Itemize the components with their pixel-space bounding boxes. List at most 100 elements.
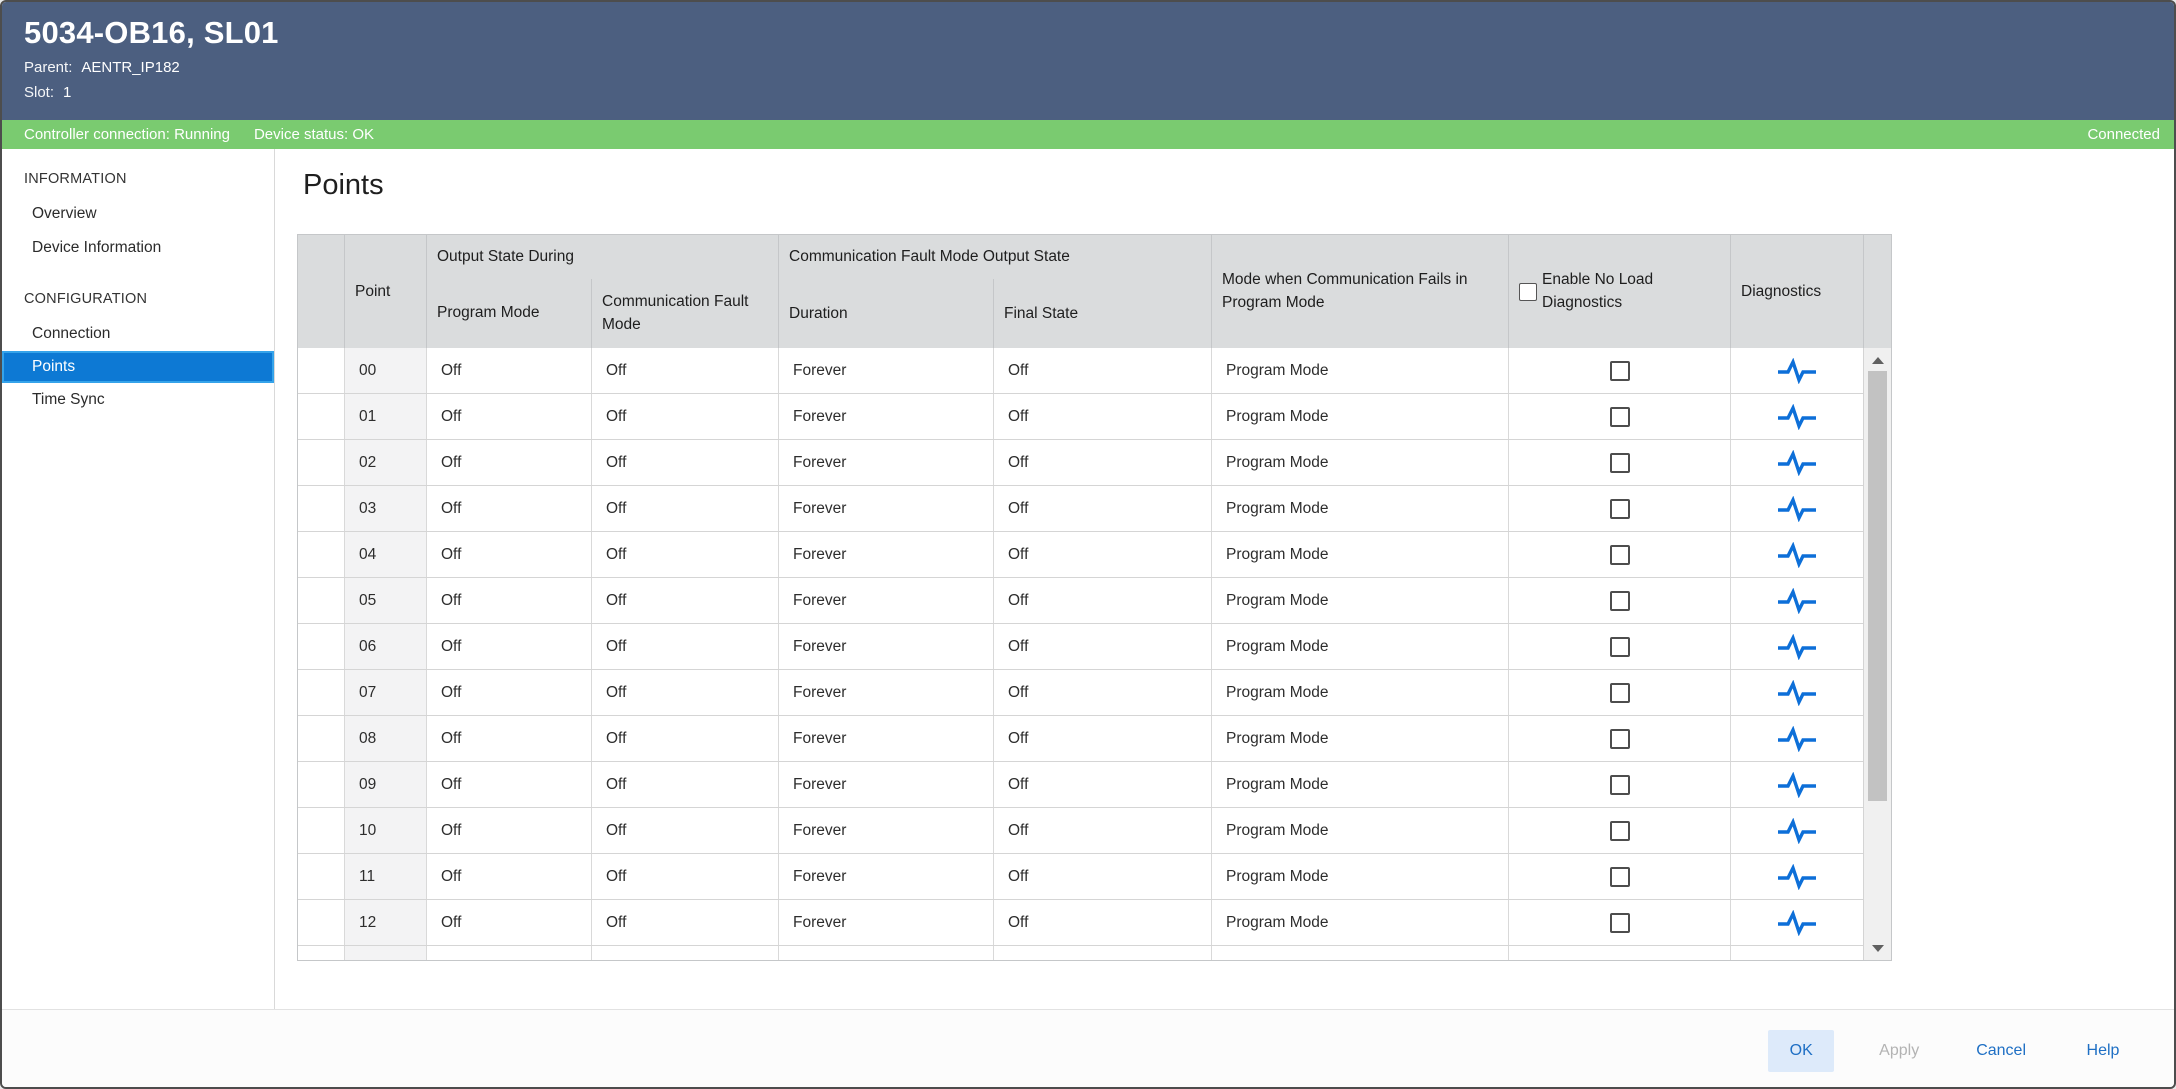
diagnostics-cell[interactable] xyxy=(1730,348,1863,393)
no-load-checkbox[interactable] xyxy=(1610,545,1630,565)
final-state-cell[interactable]: Off xyxy=(993,440,1211,485)
duration-cell[interactable]: Forever xyxy=(778,440,993,485)
diagnostics-cell[interactable] xyxy=(1730,578,1863,623)
duration-cell[interactable]: Forever xyxy=(778,486,993,531)
final-state-cell[interactable]: Off xyxy=(993,532,1211,577)
mode-when-comm-fails-cell[interactable]: Program Mode xyxy=(1211,532,1508,577)
no-load-checkbox[interactable] xyxy=(1610,729,1630,749)
final-state-cell[interactable]: Off xyxy=(993,670,1211,715)
program-mode-cell[interactable]: Off xyxy=(426,808,591,853)
row-selector-cell[interactable] xyxy=(298,716,344,761)
row-selector-cell[interactable] xyxy=(298,440,344,485)
diagnostics-cell[interactable] xyxy=(1730,854,1863,899)
sidebar-item-points[interactable]: Points xyxy=(2,351,274,383)
program-mode-cell[interactable]: Off xyxy=(426,762,591,807)
mode-when-comm-fails-cell[interactable]: Program Mode xyxy=(1211,854,1508,899)
mode-when-comm-fails-cell[interactable]: Program Mode xyxy=(1211,440,1508,485)
program-mode-cell[interactable]: Off xyxy=(426,670,591,715)
mode-when-comm-fails-cell[interactable]: Program Mode xyxy=(1211,578,1508,623)
diagnostics-cell[interactable] xyxy=(1730,762,1863,807)
final-state-cell[interactable]: Off xyxy=(993,624,1211,669)
program-mode-cell[interactable]: Off xyxy=(426,624,591,669)
program-mode-cell[interactable]: Off xyxy=(426,578,591,623)
diagnostics-cell[interactable] xyxy=(1730,716,1863,761)
no-load-checkbox[interactable] xyxy=(1610,637,1630,657)
row-selector-cell[interactable] xyxy=(298,578,344,623)
final-state-cell[interactable]: Off xyxy=(993,578,1211,623)
sidebar-item-connection[interactable]: Connection xyxy=(2,317,274,351)
no-load-checkbox[interactable] xyxy=(1610,499,1630,519)
no-load-checkbox[interactable] xyxy=(1610,453,1630,473)
mode-when-comm-fails-cell[interactable]: Program Mode xyxy=(1211,670,1508,715)
ok-button[interactable]: OK xyxy=(1768,1030,1834,1072)
row-selector-cell[interactable] xyxy=(298,900,344,945)
comm-fault-mode-cell[interactable]: Off xyxy=(591,762,778,807)
no-load-checkbox[interactable] xyxy=(1610,775,1630,795)
duration-cell[interactable]: Forever xyxy=(778,762,993,807)
sidebar-item-device-information[interactable]: Device Information xyxy=(2,231,274,265)
comm-fault-mode-cell[interactable]: Off xyxy=(591,348,778,393)
mode-when-comm-fails-cell[interactable]: Program Mode xyxy=(1211,348,1508,393)
help-button[interactable]: Help xyxy=(2070,1030,2136,1072)
scrollbar-thumb[interactable] xyxy=(1868,371,1887,801)
program-mode-cell[interactable]: Off xyxy=(426,486,591,531)
sidebar-item-time-sync[interactable]: Time Sync xyxy=(2,383,274,417)
diagnostics-cell[interactable] xyxy=(1730,670,1863,715)
diagnostics-cell[interactable] xyxy=(1730,624,1863,669)
mode-when-comm-fails-cell[interactable]: Program Mode xyxy=(1211,394,1508,439)
row-selector-cell[interactable] xyxy=(298,348,344,393)
comm-fault-mode-cell[interactable]: Off xyxy=(591,532,778,577)
diagnostics-cell[interactable] xyxy=(1730,440,1863,485)
final-state-cell[interactable]: Off xyxy=(993,808,1211,853)
row-selector-cell[interactable] xyxy=(298,394,344,439)
sidebar-item-overview[interactable]: Overview xyxy=(2,197,274,231)
comm-fault-mode-cell[interactable]: Off xyxy=(591,624,778,669)
final-state-cell[interactable]: Off xyxy=(993,900,1211,945)
duration-cell[interactable]: Forever xyxy=(778,348,993,393)
final-state-cell[interactable]: Off xyxy=(993,486,1211,531)
table-scrollbar[interactable] xyxy=(1863,348,1891,960)
comm-fault-mode-cell[interactable]: Off xyxy=(591,854,778,899)
final-state-cell[interactable]: Off xyxy=(993,348,1211,393)
diagnostics-cell[interactable] xyxy=(1730,486,1863,531)
scrollbar-up-arrow-icon[interactable] xyxy=(1864,350,1891,370)
program-mode-cell[interactable]: Off xyxy=(426,854,591,899)
duration-cell[interactable]: Forever xyxy=(778,532,993,577)
final-state-cell[interactable]: Off xyxy=(993,854,1211,899)
mode-when-comm-fails-cell[interactable]: Program Mode xyxy=(1211,762,1508,807)
diagnostics-cell[interactable] xyxy=(1730,394,1863,439)
enable-no-load-all-checkbox[interactable] xyxy=(1519,283,1537,301)
duration-cell[interactable]: Forever xyxy=(778,716,993,761)
mode-when-comm-fails-cell[interactable]: Program Mode xyxy=(1211,808,1508,853)
no-load-checkbox[interactable] xyxy=(1610,867,1630,887)
comm-fault-mode-cell[interactable]: Off xyxy=(591,716,778,761)
apply-button[interactable]: Apply xyxy=(1866,1030,1932,1072)
duration-cell[interactable]: Forever xyxy=(778,670,993,715)
program-mode-cell[interactable]: Off xyxy=(426,394,591,439)
duration-cell[interactable]: Forever xyxy=(778,578,993,623)
program-mode-cell[interactable]: Off xyxy=(426,716,591,761)
no-load-checkbox[interactable] xyxy=(1610,407,1630,427)
final-state-cell[interactable]: Off xyxy=(993,716,1211,761)
comm-fault-mode-cell[interactable]: Off xyxy=(591,808,778,853)
row-selector-cell[interactable] xyxy=(298,808,344,853)
duration-cell[interactable]: Forever xyxy=(778,808,993,853)
row-selector-cell[interactable] xyxy=(298,762,344,807)
row-selector-cell[interactable] xyxy=(298,624,344,669)
row-selector-cell[interactable] xyxy=(298,670,344,715)
duration-cell[interactable]: Forever xyxy=(778,624,993,669)
no-load-checkbox[interactable] xyxy=(1610,591,1630,611)
program-mode-cell[interactable]: Off xyxy=(426,348,591,393)
comm-fault-mode-cell[interactable]: Off xyxy=(591,670,778,715)
row-selector-cell[interactable] xyxy=(298,532,344,577)
mode-when-comm-fails-cell[interactable]: Program Mode xyxy=(1211,624,1508,669)
no-load-checkbox[interactable] xyxy=(1610,821,1630,841)
row-selector-cell[interactable] xyxy=(298,854,344,899)
diagnostics-cell[interactable] xyxy=(1730,900,1863,945)
comm-fault-mode-cell[interactable]: Off xyxy=(591,394,778,439)
scrollbar-down-arrow-icon[interactable] xyxy=(1864,938,1891,958)
final-state-cell[interactable]: Off xyxy=(993,394,1211,439)
no-load-checkbox[interactable] xyxy=(1610,361,1630,381)
mode-when-comm-fails-cell[interactable]: Program Mode xyxy=(1211,716,1508,761)
program-mode-cell[interactable]: Off xyxy=(426,440,591,485)
